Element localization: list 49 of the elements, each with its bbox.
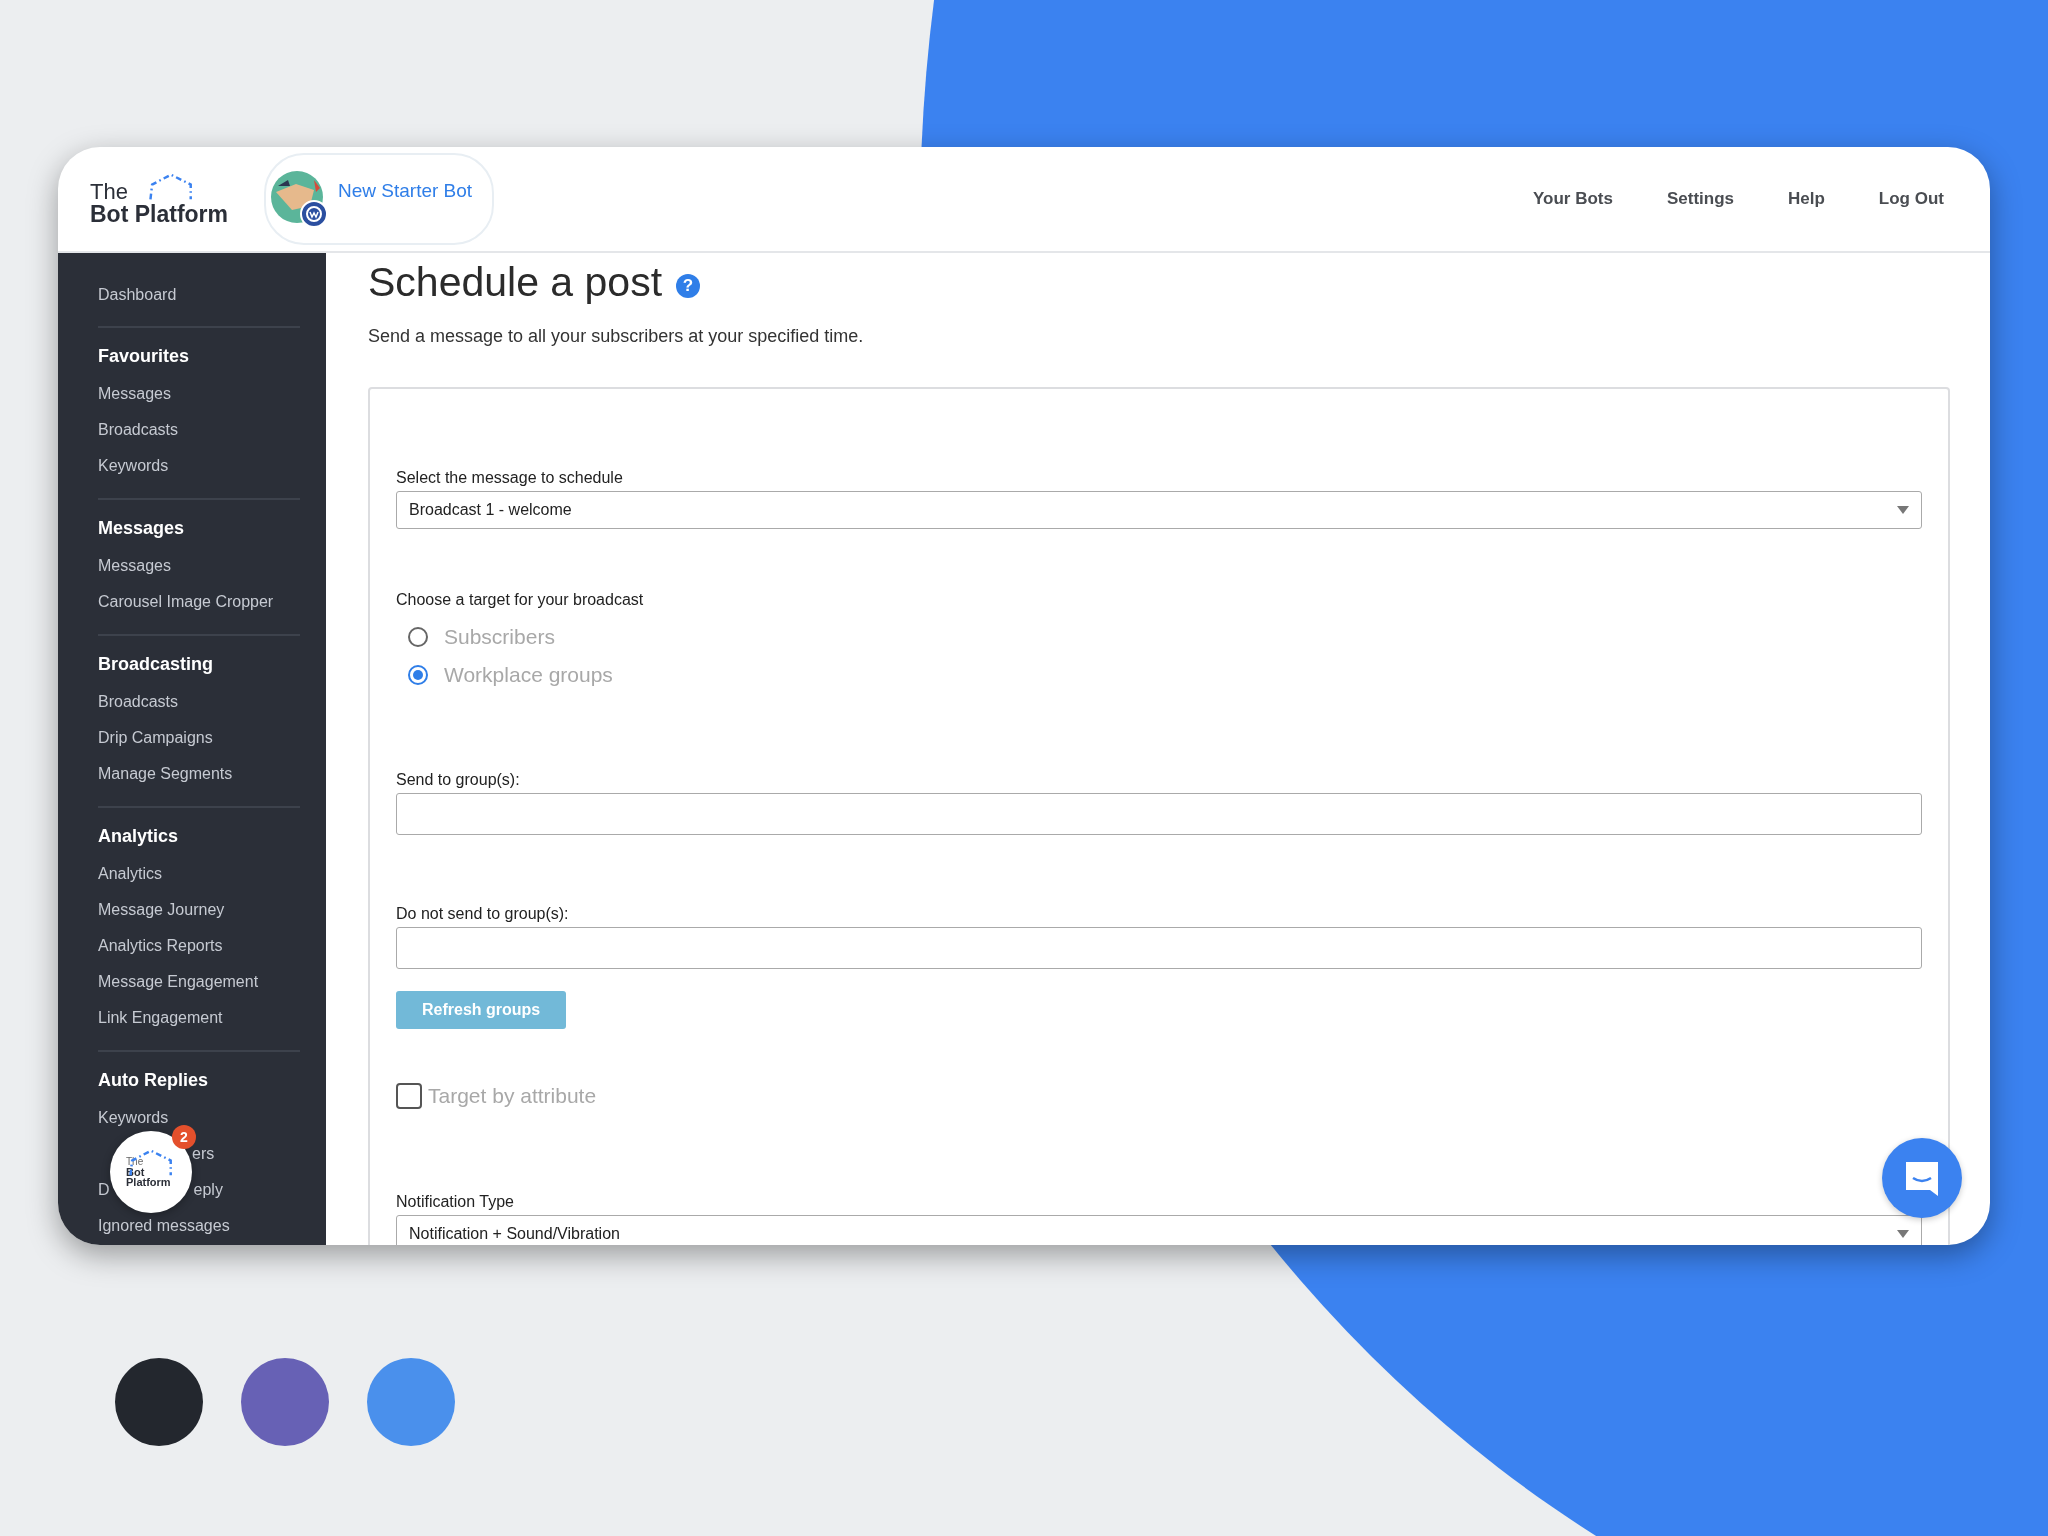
nav-link[interactable]: Settings: [1666, 189, 1734, 209]
sidebar-item[interactable]: Message Engagement: [98, 971, 259, 991]
sidebar-item[interactable]: Keywords: [98, 455, 169, 475]
sidebar-heading: Favourites: [98, 345, 191, 367]
checkbox[interactable]: [396, 1083, 422, 1109]
caret-icon: [1897, 1230, 1909, 1238]
sidebar-item[interactable]: D: [98, 1179, 110, 1199]
message-select[interactable]: Broadcast 1 - welcome: [396, 491, 1922, 529]
sidebar-item[interactable]: Keywords: [98, 1107, 169, 1127]
sidebar-item[interactable]: Link Engagement: [98, 1007, 223, 1027]
nav-link[interactable]: Log Out: [1878, 189, 1944, 209]
sidebar-item[interactable]: Carousel Image Cropper: [98, 591, 274, 611]
sidebar-item[interactable]: Drip Campaigns: [98, 727, 213, 747]
logo-text: Bot Platform: [90, 203, 228, 225]
sidebar-item[interactable]: Broadcasts: [98, 691, 179, 711]
bot-avatar-icon: [270, 170, 328, 228]
input-field[interactable]: [396, 793, 1922, 835]
sidebar-item[interactable]: Message Journey: [98, 899, 225, 919]
page-subtitle: Send a message to all your subscribers at your specified time.: [368, 326, 865, 347]
field-label: Send to group(s):: [396, 771, 521, 789]
page-title: Schedule a post: [368, 259, 663, 306]
help-icon[interactable]: ?: [676, 273, 701, 298]
sidebar-heading: Broadcasting: [98, 653, 215, 675]
sidebar-item[interactable]: Analytics: [98, 863, 163, 883]
field-label: Choose a target for your broadcast: [396, 591, 645, 609]
sidebar-item[interactable]: eply: [193, 1179, 223, 1199]
bot-selector[interactable]: New Starter Bot: [264, 153, 495, 245]
nav-link[interactable]: Help: [1788, 189, 1825, 209]
notification-select[interactable]: Notification + Sound/Vibration: [396, 1215, 1922, 1245]
sidebar-heading: Messages: [98, 517, 186, 539]
sidebar-item[interactable]: Manage Segments: [98, 763, 233, 783]
sidebar-item[interactable]: Dashboard: [98, 284, 177, 304]
caret-icon: [1897, 506, 1909, 514]
field-label: Select the message to schedule: [396, 469, 624, 487]
nav-link[interactable]: Your Bots: [1532, 189, 1613, 209]
sidebar-heading: Analytics: [98, 825, 180, 847]
dashed-house-icon: [147, 173, 194, 201]
field-label: Do not send to group(s):: [396, 905, 570, 923]
field-label: Notification Type: [396, 1193, 515, 1211]
logo-text: The: [90, 181, 128, 203]
sidebar-item[interactable]: Analytics Reports: [98, 935, 223, 955]
input-field[interactable]: [396, 927, 1922, 969]
sidebar-item[interactable]: Ignored messages: [98, 1215, 230, 1235]
sidebar-item[interactable]: Messages: [98, 555, 171, 575]
sidebar-item[interactable]: Broadcasts: [98, 419, 179, 439]
radio-button[interactable]: [408, 627, 428, 647]
sidebar-item[interactable]: Messages: [98, 383, 171, 403]
radio-button[interactable]: [408, 665, 428, 685]
sidebar-heading: Auto Replies: [98, 1069, 209, 1091]
